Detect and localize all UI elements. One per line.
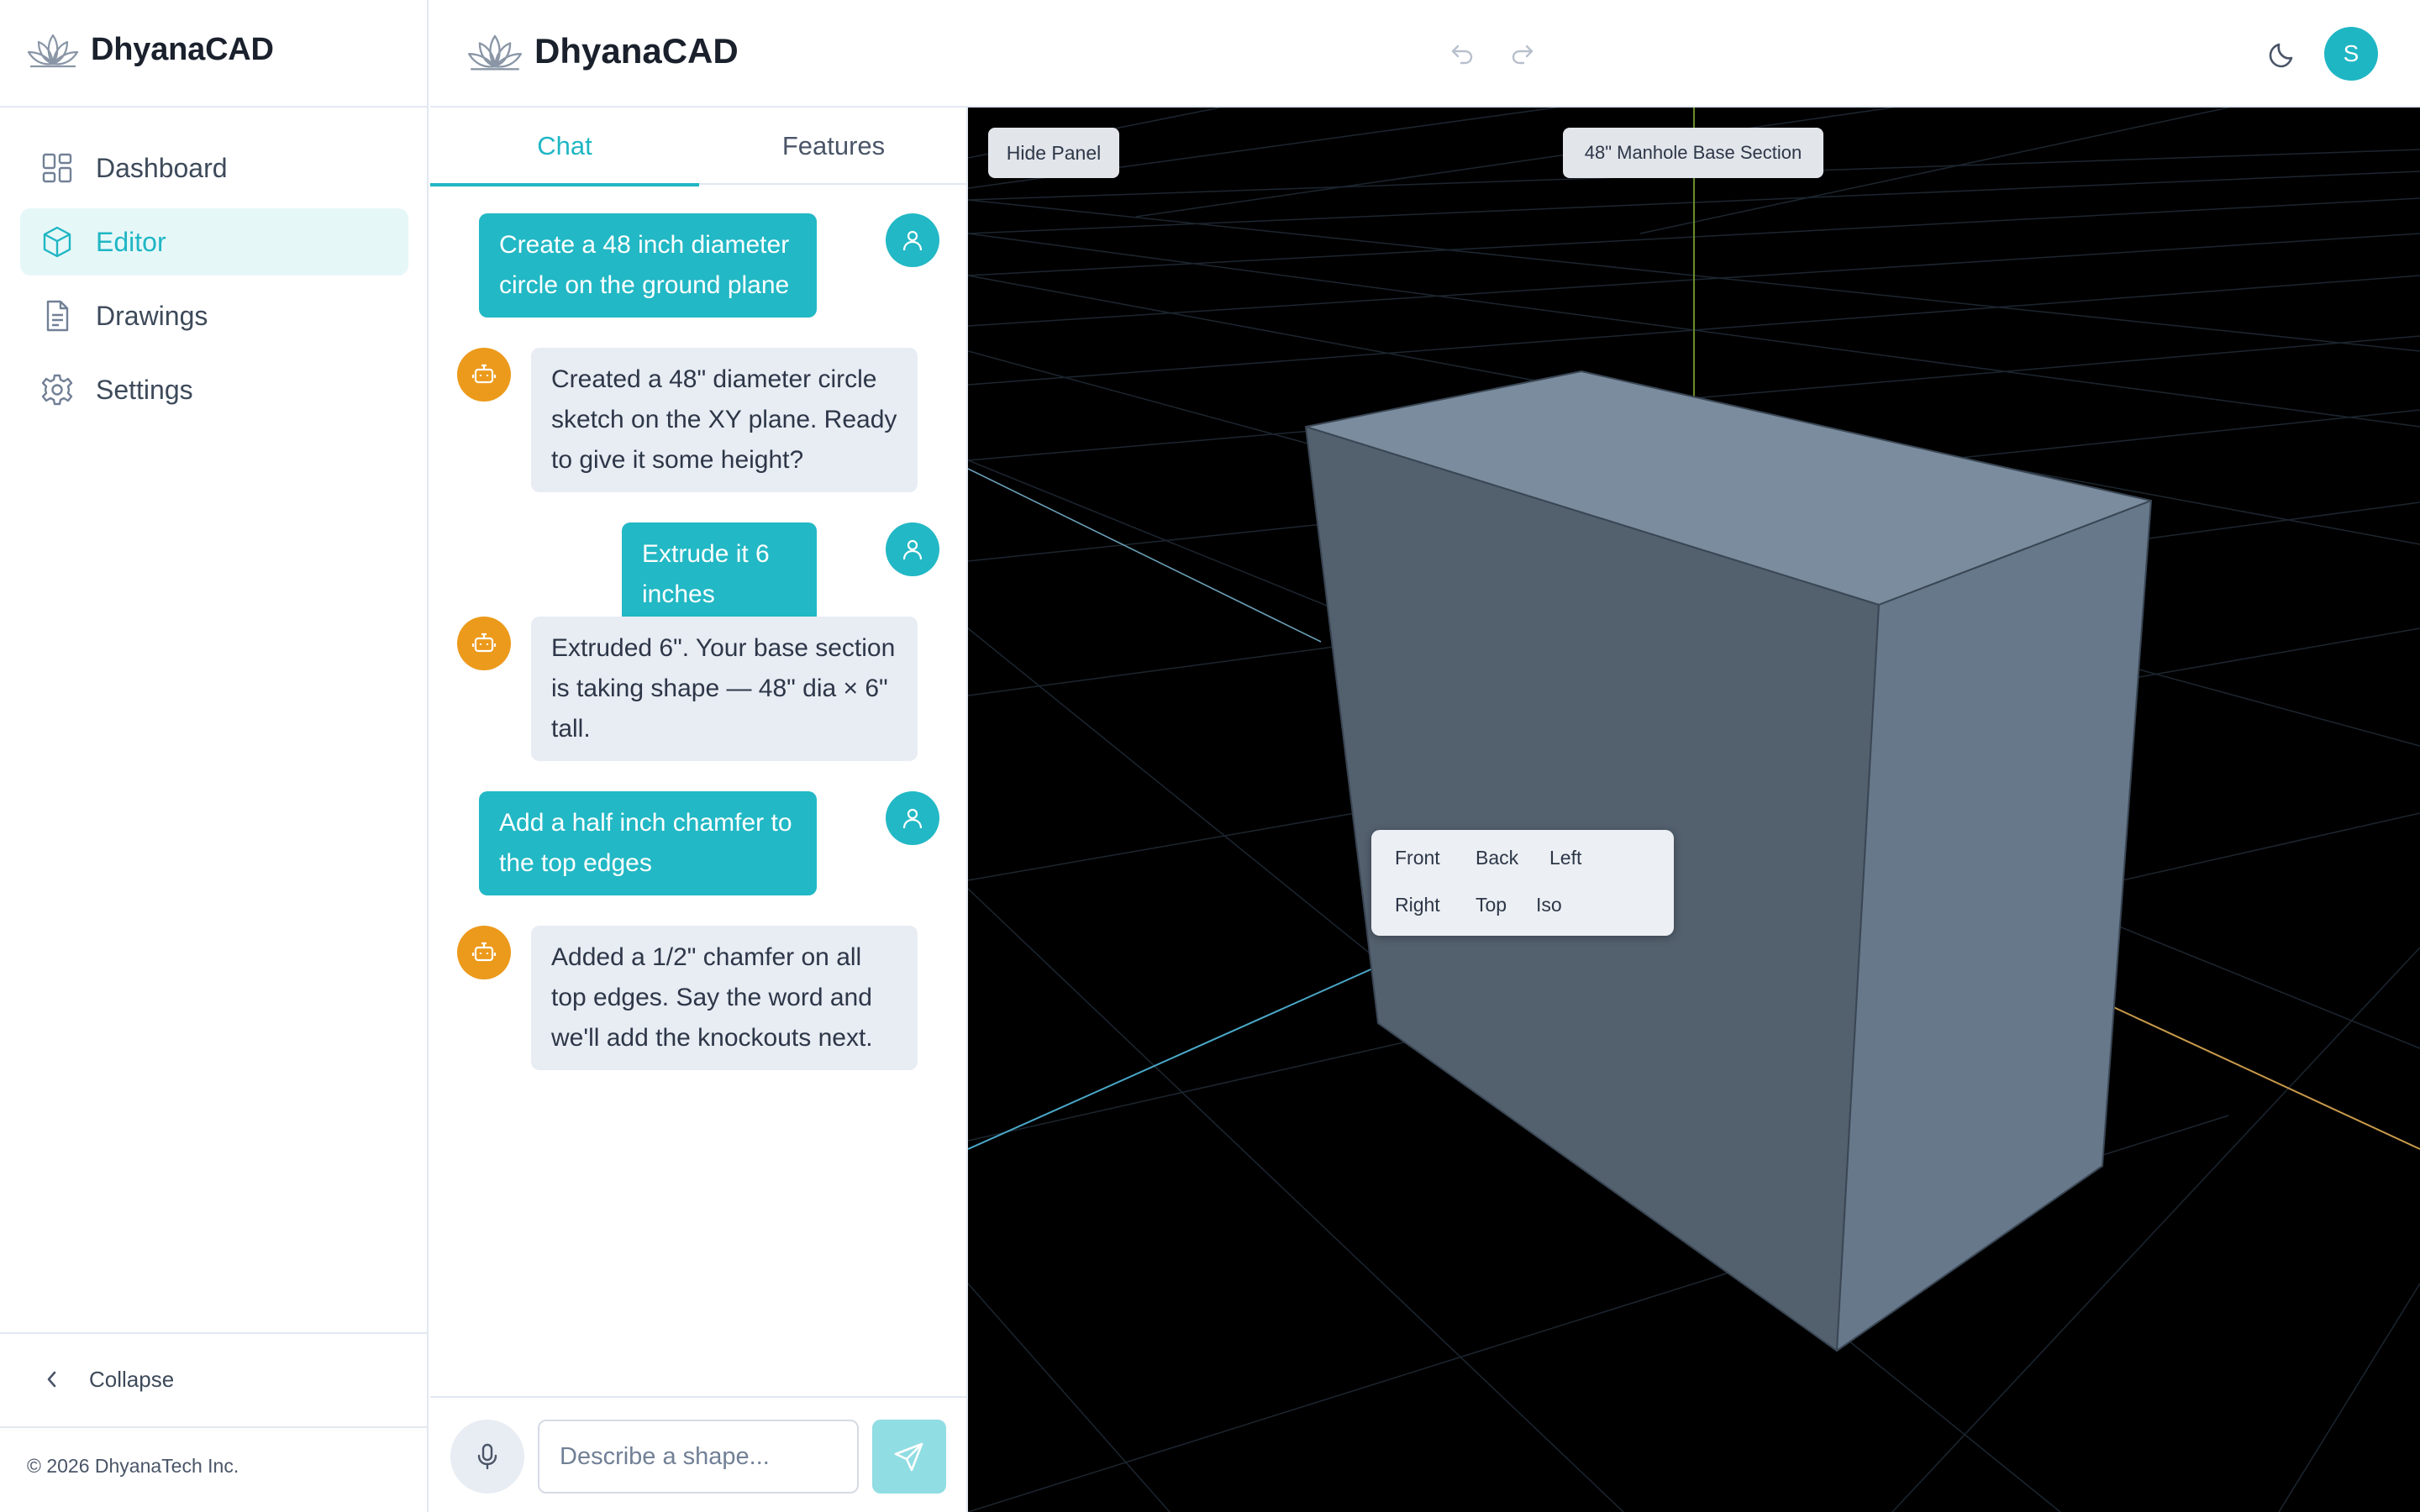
hide-panel-button[interactable]: Hide Panel <box>988 128 1119 178</box>
microphone-icon <box>477 1443 497 1470</box>
user-icon <box>902 808 923 829</box>
undo-icon <box>1451 45 1473 65</box>
assistant-avatar <box>457 348 511 402</box>
document-icon <box>46 300 69 332</box>
app-name: DhyanaCAD <box>534 31 739 71</box>
microphone-button[interactable] <box>450 1420 524 1494</box>
divider <box>430 1396 968 1398</box>
sidebar: DhyanaCAD Dashboard Editor Drawings Sett… <box>0 0 429 1512</box>
user-icon <box>902 230 923 251</box>
view-front-button[interactable]: Front <box>1395 847 1440 869</box>
collapse-button[interactable]: Collapse <box>40 1361 174 1398</box>
panel-tabs: Chat Features <box>430 108 968 186</box>
lotus-logo-icon <box>467 34 523 71</box>
redo-icon <box>1512 45 1534 65</box>
moon-icon <box>2269 43 2293 68</box>
user-message: Add a half inch chamfer to the top edges <box>479 791 817 895</box>
user-avatar <box>886 791 939 845</box>
user-avatar <box>886 213 939 267</box>
view-left-button[interactable]: Left <box>1549 847 1581 869</box>
sidebar-item-label: Settings <box>96 374 193 405</box>
gear-icon <box>41 374 73 406</box>
assistant-avatar <box>457 926 511 979</box>
robot-icon <box>471 633 497 653</box>
header-logo[interactable]: DhyanaCAD <box>467 30 739 72</box>
sidebar-item-label: Editor <box>96 226 166 257</box>
user-icon <box>902 539 923 560</box>
view-orientation-menu: Front Back Left Right Top Iso <box>1371 830 1674 936</box>
top-header: DhyanaCAD S <box>430 0 2420 108</box>
sidebar-item-drawings[interactable]: Drawings <box>20 282 408 349</box>
sidebar-item-dashboard[interactable]: Dashboard <box>20 134 408 202</box>
cube-icon <box>43 226 71 258</box>
3d-viewport[interactable]: Hide Panel 48" Manhole Base Section Fron… <box>968 108 2420 1512</box>
view-right-button[interactable]: Right <box>1395 894 1440 916</box>
user-avatar <box>886 522 939 576</box>
sidebar-item-editor[interactable]: Editor <box>20 208 408 276</box>
user-message: Extrude it 6 inches <box>622 522 817 627</box>
robot-icon <box>471 942 497 962</box>
assistant-message: Created a 48" diameter circle sketch on … <box>531 348 918 492</box>
user-avatar[interactable]: S <box>2324 27 2378 81</box>
lotus-logo-icon <box>27 34 79 68</box>
assistant-avatar <box>457 617 511 670</box>
divider <box>0 106 429 108</box>
tab-features[interactable]: Features <box>699 108 968 185</box>
copyright-text: © 2026 DhyanaTech Inc. <box>27 1455 239 1477</box>
robot-icon <box>471 364 497 384</box>
tab-chat[interactable]: Chat <box>430 108 699 186</box>
shape-description-input[interactable] <box>538 1420 859 1494</box>
sidebar-logo[interactable]: DhyanaCAD <box>27 30 274 69</box>
view-iso-button[interactable]: Iso <box>1536 894 1562 916</box>
send-button[interactable] <box>872 1420 946 1494</box>
collapse-label: Collapse <box>89 1366 175 1392</box>
model-name-label: 48" Manhole Base Section <box>1563 128 1823 178</box>
chevron-left-icon <box>47 1371 56 1388</box>
assistant-message: Extruded 6". Your base section is taking… <box>531 617 918 761</box>
view-back-button[interactable]: Back <box>1476 847 1518 869</box>
app-name: DhyanaCAD <box>91 31 274 67</box>
assistant-message: Added a 1/2" chamfer on all top edges. S… <box>531 926 918 1070</box>
theme-toggle-button[interactable] <box>2264 35 2301 72</box>
send-icon <box>894 1442 923 1472</box>
chat-panel: Chat Features Create a 48 inch diameter … <box>430 108 968 1512</box>
undo-button[interactable] <box>1444 35 1481 72</box>
redo-button[interactable] <box>1504 35 1541 72</box>
sidebar-item-label: Dashboard <box>96 152 228 183</box>
dashboard-grid-icon <box>42 153 72 183</box>
divider <box>0 1426 429 1428</box>
sidebar-item-label: Drawings <box>96 300 208 331</box>
view-top-button[interactable]: Top <box>1476 894 1507 916</box>
sidebar-item-settings[interactable]: Settings <box>20 356 408 423</box>
user-message: Create a 48 inch diameter circle on the … <box>479 213 817 318</box>
divider <box>0 1332 429 1334</box>
3d-scene[interactable] <box>968 108 2420 1512</box>
y-axis-line <box>968 938 1439 1150</box>
